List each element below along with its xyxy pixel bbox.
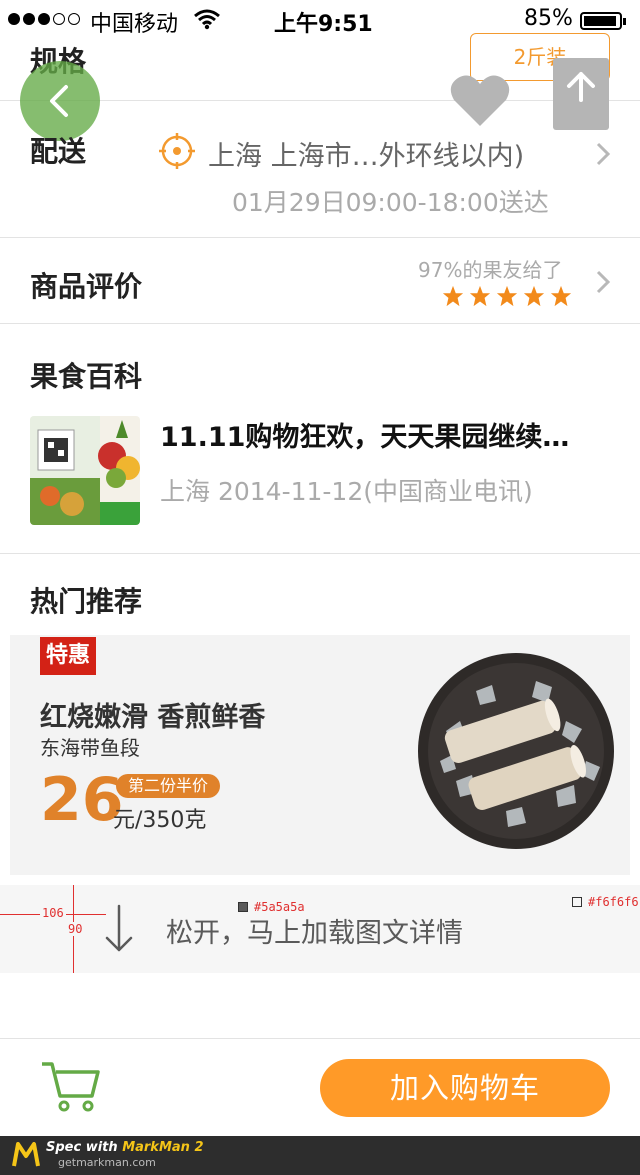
fish-plate-image: [418, 653, 614, 849]
banner-product-name: 东海带鱼段: [40, 736, 140, 760]
banner-price: 26: [40, 765, 124, 835]
share-button[interactable]: [553, 58, 609, 130]
share-arrow-icon: [567, 72, 595, 102]
promo-badge: 特惠: [40, 637, 96, 675]
banner-headline: 红烧嫩滑 香煎鲜香: [40, 702, 266, 733]
chevron-left-icon: [50, 85, 68, 117]
pull-to-load-text: 松开，马上加载图文详情: [166, 918, 463, 949]
divider: [0, 237, 640, 238]
rating-summary: 97%的果友给了: [418, 258, 563, 282]
battery-icon: [580, 12, 626, 30]
battery-percentage: 85%: [524, 6, 573, 31]
delivery-label: 配送: [30, 135, 87, 168]
add-to-cart-button[interactable]: 加入购物车: [320, 1059, 610, 1117]
bg-color-annotation: #f6f6f6: [588, 895, 639, 909]
markman-watermark: Spec with MarkMan 2 getmarkman.com: [0, 1136, 640, 1175]
divider: [0, 553, 640, 554]
banner-promo-tag: 第二份半价: [116, 774, 220, 798]
star-icon: [469, 285, 491, 307]
delivery-address[interactable]: 上海 上海市…外环线以内): [208, 134, 524, 173]
color-swatch: [238, 902, 248, 912]
divider: [0, 1038, 640, 1039]
article-title[interactable]: 11.11购物狂欢，天天果园继续…: [160, 415, 569, 454]
markman-url: getmarkman.com: [58, 1156, 156, 1169]
banner-unit: 元/350克: [113, 808, 207, 833]
divider: [0, 323, 640, 324]
chevron-right-icon[interactable]: [594, 140, 614, 168]
text-color-annotation: #5a5a5a: [254, 900, 305, 914]
favorite-heart-icon[interactable]: [448, 70, 512, 130]
star-icon: [550, 285, 572, 307]
promo-banner[interactable]: 特惠 红烧嫩滑 香煎鲜香 东海带鱼段 26 第二份半价 元/350克: [10, 635, 630, 875]
rating-stars: [442, 285, 572, 307]
markman-brand: MarkMan 2: [122, 1140, 204, 1155]
location-target-icon: [159, 133, 195, 169]
color-swatch: [572, 897, 582, 907]
star-icon: [442, 285, 464, 307]
carrier-name: 中国移动: [90, 12, 179, 37]
chevron-right-icon[interactable]: [594, 268, 614, 296]
encyclopedia-label: 果食百科: [30, 360, 143, 393]
back-button[interactable]: [20, 61, 100, 141]
signal-strength-icon: [8, 13, 80, 25]
markman-text: Spec with MarkMan 2: [46, 1140, 204, 1155]
height-measure-label: 90: [66, 922, 85, 936]
arrow-down-icon: [105, 904, 133, 952]
star-icon: [523, 285, 545, 307]
markman-logo-icon: [12, 1142, 40, 1167]
markman-prefix: Spec with: [46, 1140, 118, 1155]
wifi-icon: [194, 9, 220, 30]
status-time: 上午9:51: [274, 12, 373, 37]
star-icon: [496, 285, 518, 307]
article-thumbnail[interactable]: [30, 416, 140, 525]
pull-to-load-area[interactable]: 松开，马上加载图文详情: [0, 885, 640, 973]
shopping-cart-icon[interactable]: [40, 1058, 102, 1114]
hot-label: 热门推荐: [30, 585, 143, 618]
delivery-time: 01月29日09:00-18:00送达: [232, 188, 549, 217]
width-measure-label: 106: [40, 906, 66, 920]
reviews-label[interactable]: 商品评价: [30, 265, 142, 305]
article-meta: 上海 2014-11-12(中国商业电讯): [160, 477, 533, 506]
